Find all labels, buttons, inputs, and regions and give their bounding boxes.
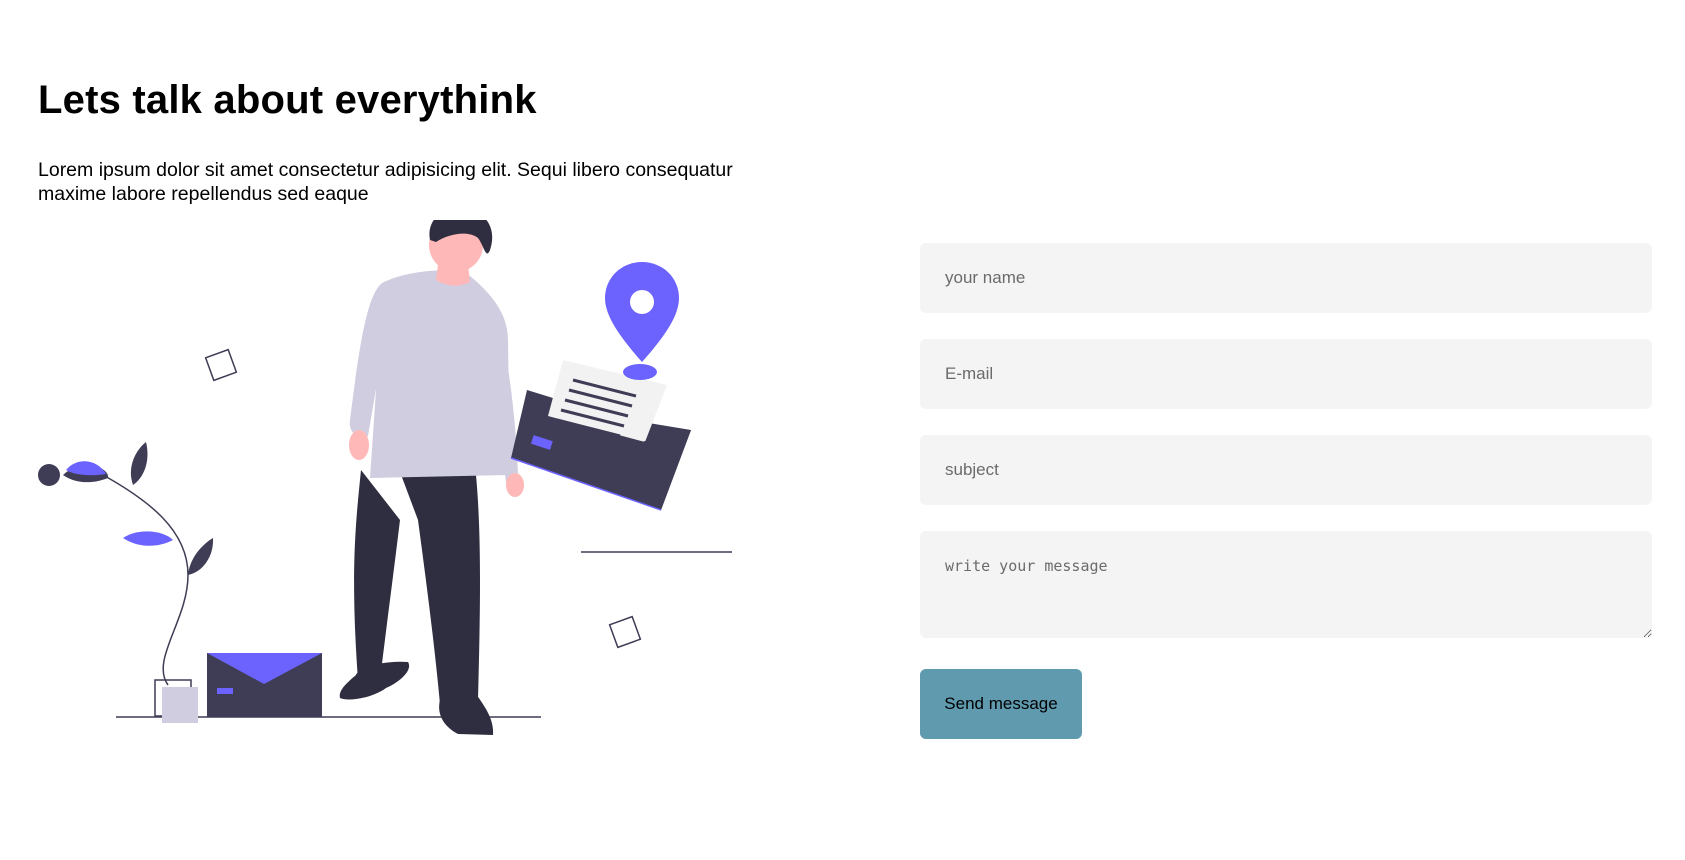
intro-text: Lorem ipsum dolor sit amet consectetur a… bbox=[38, 159, 733, 205]
email-input[interactable] bbox=[920, 339, 1652, 409]
send-message-button[interactable]: Send message bbox=[920, 669, 1082, 739]
contact-form: Send message bbox=[920, 243, 1652, 739]
floating-square bbox=[204, 348, 238, 382]
message-textarea[interactable] bbox=[920, 531, 1652, 638]
floating-square bbox=[608, 615, 642, 649]
contact-page: Lets talk about everythink Lorem ipsum d… bbox=[0, 0, 1685, 860]
contact-illustration bbox=[38, 220, 732, 735]
page-title: Lets talk about everythink bbox=[38, 78, 537, 122]
mail-icon bbox=[510, 360, 691, 511]
person-icon bbox=[339, 220, 524, 735]
pot-shadow bbox=[162, 687, 198, 723]
envelope-icon bbox=[207, 653, 322, 717]
contact-intro: Lets talk about everythink Lorem ipsum d… bbox=[38, 74, 798, 206]
location-pin-icon bbox=[605, 262, 679, 380]
name-input[interactable] bbox=[920, 243, 1652, 313]
subject-input[interactable] bbox=[920, 435, 1652, 505]
plant-icon bbox=[38, 442, 214, 686]
